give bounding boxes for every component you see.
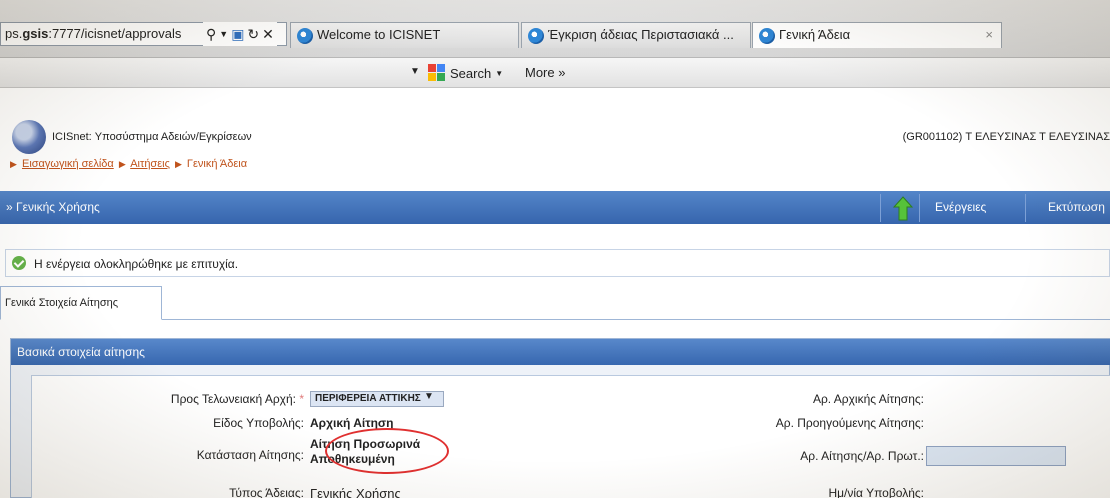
required-marker: * bbox=[295, 392, 304, 406]
tab-welcome[interactable]: Welcome to ICISNET bbox=[290, 22, 519, 48]
tab-general-permit[interactable]: Γενική Άδεια × bbox=[752, 22, 1002, 48]
address-host: gsis bbox=[22, 26, 49, 41]
compat-view-icon[interactable]: ▣ bbox=[231, 23, 244, 45]
dropdown-arrow-icon: ▼ bbox=[495, 68, 504, 78]
address-rest: :7777/icisnet/approvals bbox=[48, 26, 182, 41]
authority-value: ΠΕΡΙΦΕΡΕΙΑ ΑΤΤΙΚΗΣ bbox=[315, 393, 421, 404]
address-tools: ⚲ ▼ ▣ ↻ ✕ bbox=[203, 22, 277, 46]
breadcrumb-arrow-icon: ▶ bbox=[10, 159, 17, 169]
refresh-icon[interactable]: ↻ bbox=[247, 23, 259, 45]
toolbar-divider bbox=[1025, 194, 1026, 222]
tab-label: Γενική Άδεια bbox=[779, 27, 851, 42]
app-page: ICISnet: Υποσύστημα Αδειών/Εγκρίσεων (GR… bbox=[0, 88, 1110, 498]
submission-date-label: Ημ/νία Υποβολής: bbox=[828, 486, 924, 498]
stop-icon[interactable]: ✕ bbox=[262, 23, 274, 45]
breadcrumb-applications-link[interactable]: Αιτήσεις bbox=[130, 158, 170, 170]
breadcrumb-home-link[interactable]: Εισαγωγική σελίδα bbox=[22, 158, 114, 170]
tab-label: Welcome to ICISNET bbox=[317, 27, 441, 42]
submission-type-label: Είδος Υποβολής: bbox=[213, 416, 304, 430]
ie-icon bbox=[759, 28, 775, 44]
app-title: ICISnet: Υποσύστημα Αδειών/Εγκρίσεων bbox=[52, 131, 252, 143]
breadcrumb-arrow-icon: ▶ bbox=[174, 159, 182, 169]
close-tab-icon[interactable]: × bbox=[985, 23, 993, 47]
basic-info-panel: Βασικά στοιχεία αίτησης Προς Τελωνειακή … bbox=[10, 338, 1110, 498]
breadcrumb-arrow-icon: ▶ bbox=[118, 159, 126, 169]
previous-no-label: Αρ. Προηγούμενης Αίτησης: bbox=[775, 416, 924, 430]
permit-type-label: Τύπος Άδειας: bbox=[229, 486, 304, 498]
app-protocol-label: Αρ. Αίτησης/Αρ. Πρωτ.: bbox=[800, 449, 924, 463]
panel-title: Βασικά στοιχεία αίτησης bbox=[11, 339, 1110, 365]
google-icon bbox=[428, 64, 446, 82]
breadcrumb-current: Γενική Άδεια bbox=[186, 158, 248, 170]
search-icon[interactable]: ⚲ bbox=[206, 23, 216, 45]
status-label: Κατάσταση Αίτησης: bbox=[196, 448, 304, 462]
user-office: (GR001102) Τ ΕΛΕΥΣΙΝΑΣ Τ ΕΛΕΥΣΙΝΑΣ bbox=[902, 131, 1110, 143]
tab-general-info[interactable]: Γενικά Στοιχεία Αίτησης bbox=[0, 286, 162, 320]
screenshot-frame: ps.gsis:7777/icisnet/approvals ⚲ ▼ ▣ ↻ ✕… bbox=[0, 0, 1110, 498]
chevron-down-icon[interactable]: ▼ bbox=[424, 391, 434, 402]
success-message: Η ενέργεια ολοκληρώθηκε με επιτυχία. bbox=[5, 249, 1110, 277]
dropdown-arrow-icon[interactable]: ▼ bbox=[219, 23, 228, 45]
dropdown-arrow-icon[interactable]: ▼ bbox=[410, 66, 420, 77]
search-label: Search bbox=[450, 65, 492, 81]
success-text: Η ενέργεια ολοκληρώθηκε με επιτυχία. bbox=[34, 257, 239, 271]
highlight-ellipse bbox=[325, 428, 449, 474]
tab-approval[interactable]: Έγκριση άδειας Περιστασιακά ... bbox=[521, 22, 751, 48]
permit-type-value: Γενικής Χρήσης bbox=[310, 486, 401, 498]
check-icon bbox=[12, 256, 26, 270]
breadcrumb: ▶ Εισαγωγική σελίδα ▶ Αιτήσεις ▶ Γενική … bbox=[8, 158, 247, 170]
form-tabs: Γενικά Στοιχεία Αίτησης bbox=[0, 286, 1110, 320]
app-protocol-input[interactable] bbox=[926, 446, 1066, 466]
panel-body: Προς Τελωνειακή Αρχή: * ΠΕΡΙΦΕΡΕΙΑ ΑΤΤΙΚ… bbox=[31, 375, 1110, 498]
original-no-label: Αρ. Αρχικής Αίτησης: bbox=[812, 392, 924, 406]
authority-label: Προς Τελωνειακή Αρχή: * bbox=[32, 392, 304, 406]
authority-label-text: Προς Τελωνειακή Αρχή: bbox=[170, 392, 296, 406]
page-toolbar: » Γενικής Χρήσης Ενέργειες Εκτύπωση bbox=[0, 191, 1110, 224]
search-button[interactable]: Search ▼ bbox=[428, 63, 503, 83]
go-up-button[interactable] bbox=[880, 194, 920, 222]
command-bar: ▼ Search ▼ More » bbox=[0, 58, 1110, 88]
tab-label: Έγκριση άδειας Περιστασιακά ... bbox=[548, 27, 734, 42]
more-button[interactable]: More » bbox=[525, 63, 565, 83]
address-prefix: ps. bbox=[5, 26, 23, 41]
page-title: » Γενικής Χρήσης bbox=[6, 200, 100, 214]
arrow-up-icon bbox=[892, 196, 914, 221]
browser-tab-bar: ps.gsis:7777/icisnet/approvals ⚲ ▼ ▣ ↻ ✕… bbox=[0, 0, 1110, 58]
icisnet-logo-icon bbox=[12, 120, 46, 154]
actions-menu[interactable]: Ενέργειες bbox=[935, 200, 986, 214]
ie-icon bbox=[528, 28, 544, 44]
ie-icon bbox=[297, 28, 313, 44]
print-menu[interactable]: Εκτύπωση bbox=[1048, 200, 1105, 214]
